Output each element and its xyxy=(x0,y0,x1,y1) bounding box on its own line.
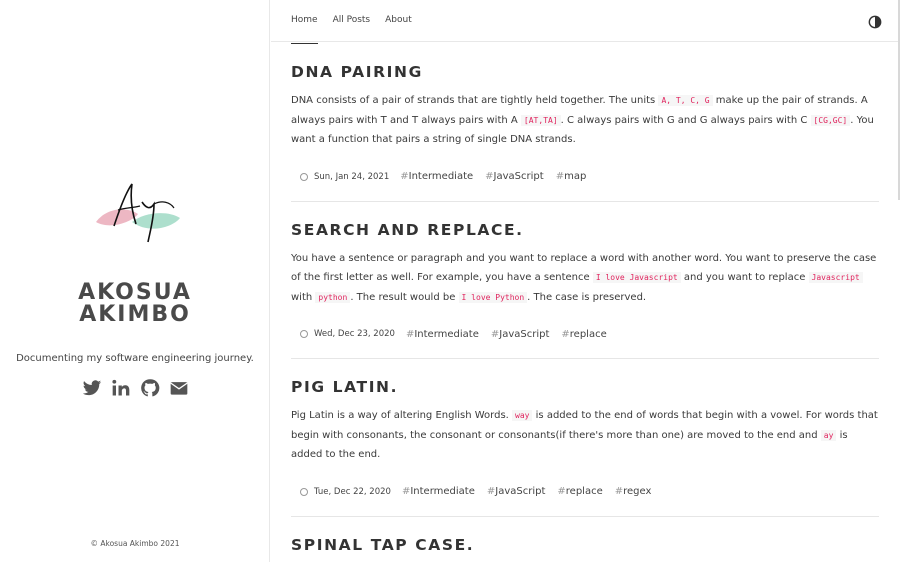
twitter-icon[interactable] xyxy=(82,378,102,398)
nav-about-link[interactable]: About xyxy=(385,15,412,25)
post-title[interactable]: SPINAL TAP CASE. xyxy=(291,535,879,555)
nav-links: Home All Posts About xyxy=(291,15,412,44)
tag-link[interactable]: #JavaScript xyxy=(491,329,550,340)
description-text: and you want to replace xyxy=(680,272,809,283)
post-meta: Wed, Dec 23, 2020 #Intermediate #JavaScr… xyxy=(291,327,879,341)
clock-icon xyxy=(300,330,308,338)
description-text: . The result would be xyxy=(350,291,459,303)
post-title[interactable]: PIG LATIN. xyxy=(291,377,879,397)
inline-code: I love Python xyxy=(458,291,528,303)
tag-link[interactable]: #Intermediate xyxy=(406,329,479,340)
site-title-line2: AKIMBO xyxy=(79,302,191,327)
tag-link[interactable]: #Intermediate xyxy=(400,171,473,182)
tag-link[interactable]: #regex xyxy=(615,486,652,497)
post-description: You have a sentence or paragraph and you… xyxy=(291,249,879,308)
copyright-notice: © Akosua Akimbo 2021 xyxy=(90,539,180,548)
description-text: DNA consists of a pair of strands that a… xyxy=(291,95,659,106)
site-title-line1: AKOSUA xyxy=(78,280,192,305)
tag-link[interactable]: #JavaScript xyxy=(487,486,546,497)
inline-code: [CG,GC] xyxy=(810,114,851,126)
inline-code: way xyxy=(512,410,533,421)
post-item: PIG LATIN. Pig Latin is a way of alterin… xyxy=(291,377,879,517)
tag-link[interactable]: #replace xyxy=(557,486,602,497)
site-tagline: Documenting my software engineering jour… xyxy=(16,353,254,364)
post-title[interactable]: DNA PAIRING xyxy=(291,62,879,82)
tag-link[interactable]: #Intermediate xyxy=(402,486,475,497)
github-icon[interactable] xyxy=(140,378,160,398)
tag-link[interactable]: #JavaScript xyxy=(485,171,544,182)
post-meta: Tue, Dec 22, 2020 #Intermediate #JavaScr… xyxy=(291,485,879,499)
site-title[interactable]: AKOSUA AKIMBO xyxy=(0,282,270,326)
post-date: Sun, Jan 24, 2021 xyxy=(314,171,390,182)
description-text: Pig Latin is a way of altering English W… xyxy=(291,410,513,421)
post-meta: Sun, Jan 24, 2021 #Intermediate #JavaScr… xyxy=(291,170,879,184)
tag-link[interactable]: #map xyxy=(556,171,587,182)
post-description: DNA consists of a pair of strands that a… xyxy=(291,91,879,150)
post-item: SEARCH AND REPLACE. You have a sentence … xyxy=(291,220,879,359)
tag-link[interactable]: #replace xyxy=(561,329,606,340)
site-logo[interactable] xyxy=(92,178,182,246)
contrast-icon[interactable] xyxy=(868,15,882,29)
nav-home-link[interactable]: Home xyxy=(291,15,318,44)
post-date: Tue, Dec 22, 2020 xyxy=(314,486,391,497)
inline-code: python xyxy=(315,291,351,303)
post-date: Wed, Dec 23, 2020 xyxy=(314,329,395,339)
inline-code: I love Javascript xyxy=(592,272,681,283)
post-item: SPINAL TAP CASE. xyxy=(291,535,879,555)
post-item: DNA PAIRING DNA consists of a pair of st… xyxy=(291,62,879,202)
inline-code: Javascript xyxy=(808,272,863,283)
inline-code: ay xyxy=(820,429,837,441)
envelope-icon[interactable] xyxy=(169,378,189,398)
post-list: DNA PAIRING DNA consists of a pair of st… xyxy=(291,62,879,555)
clock-icon xyxy=(300,487,308,496)
description-text: . C always pairs with G and G always pai… xyxy=(560,114,811,126)
inline-code: A, T, C, G xyxy=(658,95,713,106)
top-navigation: Home All Posts About xyxy=(271,0,900,200)
description-text: with xyxy=(291,291,316,303)
clock-icon xyxy=(300,172,308,181)
description-text: . The case is preserved. xyxy=(527,291,647,303)
sidebar: AKOSUA AKIMBO Documenting my software en… xyxy=(0,0,270,562)
post-description: Pig Latin is a way of altering English W… xyxy=(291,406,879,465)
inline-code: [AT,TA] xyxy=(520,114,561,126)
linkedin-icon[interactable] xyxy=(111,378,131,398)
social-links xyxy=(0,378,270,398)
post-title[interactable]: SEARCH AND REPLACE. xyxy=(291,220,879,240)
nav-all-posts-link[interactable]: All Posts xyxy=(333,15,371,25)
